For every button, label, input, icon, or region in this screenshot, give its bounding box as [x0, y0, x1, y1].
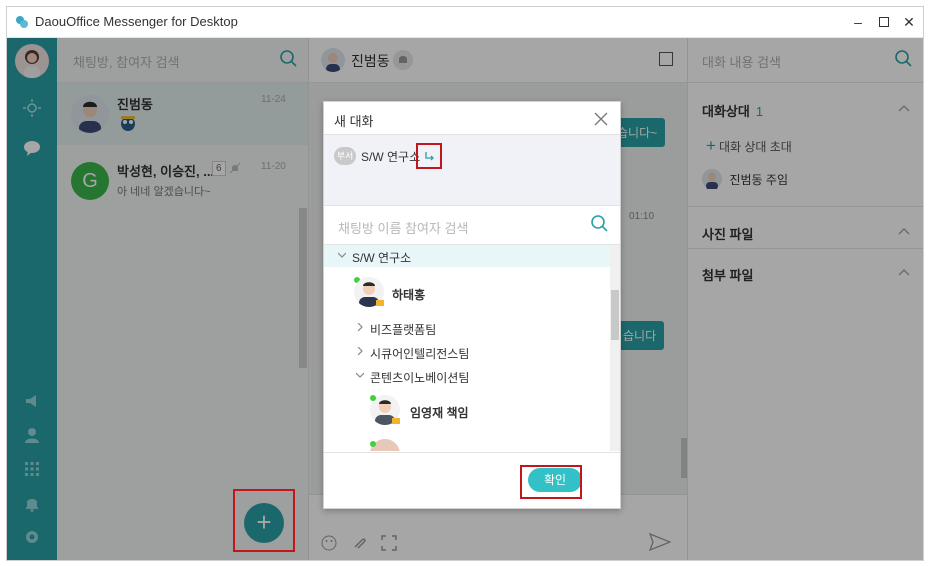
dialog-title: 새 대화: [334, 114, 374, 129]
online-status-dot: [370, 395, 376, 401]
close-window-button[interactable]: ✕: [900, 13, 918, 31]
person-name: 임영재 책임: [410, 406, 469, 420]
minimize-button[interactable]: –: [849, 13, 867, 31]
tree-node-team[interactable]: 비즈플랫폼팀: [324, 317, 610, 339]
highlight-box: [233, 489, 295, 552]
crown-icon: [392, 418, 400, 424]
dialog-footer: 확인: [324, 452, 620, 509]
tree-scrollbar[interactable]: [610, 245, 620, 451]
dialog-search-bar[interactable]: 채팅방 이름 참여자 검색: [324, 206, 620, 245]
tree-person-member[interactable]: 임영재 책임: [370, 395, 570, 429]
dialog-search-placeholder: 채팅방 이름 참여자 검색: [338, 221, 469, 236]
highlight-box: [520, 465, 582, 499]
tree-node-label: 비즈플랫폼팀: [370, 323, 437, 337]
chevron-down-icon[interactable]: [338, 251, 346, 259]
tree-node-label: S/W 연구소: [352, 251, 412, 265]
tree-node-root[interactable]: S/W 연구소: [324, 245, 610, 267]
chevron-down-icon[interactable]: [356, 371, 364, 379]
selected-participants-area: 부서 S/W 연구소: [324, 134, 620, 206]
chevron-right-icon[interactable]: [356, 323, 364, 331]
org-tree: S/W 연구소 하태홍 비즈플랫폼팀 시큐어인텔리전스팀 콘텐츠이노베이션팀 임…: [324, 245, 620, 451]
close-icon[interactable]: [594, 112, 608, 126]
department-tag: 부서: [334, 147, 356, 165]
maximize-button[interactable]: [875, 13, 893, 31]
online-status-dot: [370, 441, 376, 447]
tree-person-leader[interactable]: 하태홍: [354, 277, 554, 311]
window-title: DaouOffice Messenger for Desktop: [35, 14, 238, 29]
scrollbar-thumb[interactable]: [611, 290, 619, 340]
tree-node-team[interactable]: 시큐어인텔리전스팀: [324, 341, 610, 363]
tree-node-team[interactable]: 콘텐츠이노베이션팀: [324, 365, 610, 387]
app-window: DaouOffice Messenger for Desktop – ✕ 채팅방…: [6, 6, 924, 561]
chevron-right-icon[interactable]: [356, 347, 364, 355]
crown-icon: [376, 300, 384, 306]
tree-node-label: 콘텐츠이노베이션팀: [370, 371, 470, 385]
new-chat-dialog: 새 대화 부서 S/W 연구소 채팅방 이름 참여자 검색 S/W 연구소 하태…: [323, 101, 621, 509]
maximize-icon: [879, 17, 889, 27]
title-bar: DaouOffice Messenger for Desktop – ✕: [7, 7, 923, 38]
person-name: 하태홍: [392, 288, 426, 302]
tree-node-label: 시큐어인텔리전스팀: [370, 347, 470, 361]
app-logo-icon: [16, 16, 28, 28]
search-icon[interactable]: [590, 214, 610, 234]
highlight-box: [416, 143, 442, 169]
remove-chip-icon[interactable]: [418, 145, 440, 167]
selected-department-chip[interactable]: S/W 연구소: [361, 148, 420, 165]
